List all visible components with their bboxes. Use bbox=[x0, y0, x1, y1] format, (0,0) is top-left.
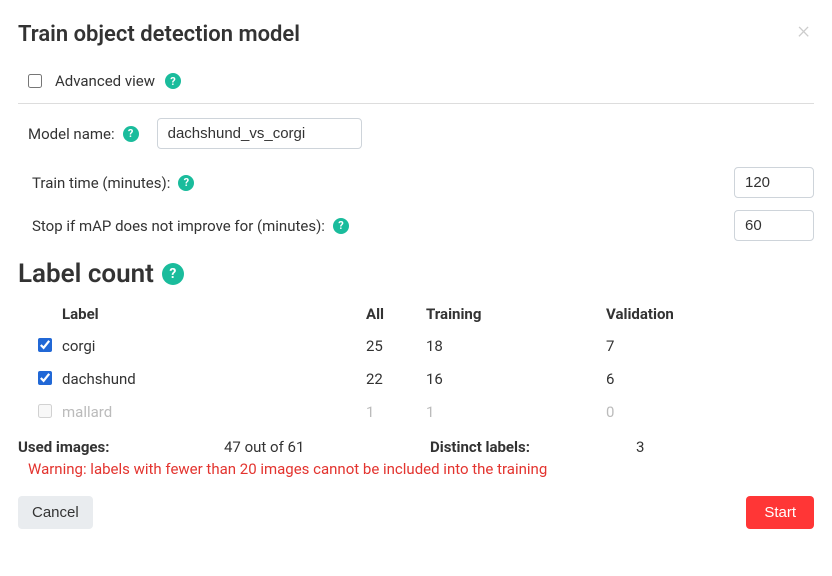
table-row: dachshund 22 16 6 bbox=[18, 362, 814, 395]
cancel-button[interactable]: Cancel bbox=[18, 496, 93, 529]
row-all: 1 bbox=[366, 403, 426, 421]
train-time-input[interactable] bbox=[734, 167, 814, 198]
row-all: 25 bbox=[366, 337, 426, 355]
distinct-labels-label: Distinct labels: bbox=[430, 438, 636, 456]
row-training: 16 bbox=[426, 370, 606, 388]
advanced-view-label: Advanced view bbox=[55, 72, 155, 90]
col-label: Label bbox=[62, 305, 366, 323]
model-name-label: Model name: ? bbox=[28, 125, 139, 143]
row-label: corgi bbox=[62, 337, 366, 355]
used-images-value: 47 out of 61 bbox=[224, 438, 430, 456]
row-label: mallard bbox=[62, 403, 366, 421]
table-row: mallard 1 1 0 bbox=[18, 395, 814, 428]
help-icon[interactable]: ? bbox=[162, 263, 184, 285]
col-training: Training bbox=[426, 305, 606, 323]
row-validation: 7 bbox=[606, 337, 814, 355]
row-validation: 0 bbox=[606, 403, 814, 421]
col-all: All bbox=[366, 305, 426, 323]
table-header: Label All Training Validation bbox=[18, 299, 814, 329]
advanced-view-row: Advanced view ? bbox=[18, 65, 814, 104]
distinct-labels-value: 3 bbox=[636, 438, 814, 456]
help-icon[interactable]: ? bbox=[123, 126, 139, 142]
row-checkbox[interactable] bbox=[38, 371, 52, 385]
row-training: 1 bbox=[426, 403, 606, 421]
col-validation: Validation bbox=[606, 305, 814, 323]
modal-title: Train object detection model bbox=[18, 22, 300, 47]
model-name-row: Model name: ? bbox=[22, 118, 814, 149]
row-checkbox bbox=[38, 404, 52, 418]
advanced-view-checkbox[interactable] bbox=[28, 74, 42, 88]
warning-text: Warning: labels with fewer than 20 image… bbox=[28, 460, 814, 478]
stop-if-label: Stop if mAP does not improve for (minute… bbox=[32, 217, 349, 235]
row-validation: 6 bbox=[606, 370, 814, 388]
train-time-row: Train time (minutes): ? bbox=[22, 167, 814, 198]
train-modal: Train object detection model × Advanced … bbox=[0, 0, 832, 541]
close-icon[interactable]: × bbox=[793, 18, 814, 42]
help-icon[interactable]: ? bbox=[165, 73, 181, 89]
model-name-input[interactable] bbox=[157, 118, 362, 149]
modal-footer: Cancel Start bbox=[18, 496, 814, 529]
table-row: corgi 25 18 7 bbox=[18, 329, 814, 362]
help-icon[interactable]: ? bbox=[333, 218, 349, 234]
label-count-title: Label count ? bbox=[18, 259, 814, 289]
row-checkbox[interactable] bbox=[38, 338, 52, 352]
modal-header: Train object detection model × bbox=[18, 18, 814, 65]
help-icon[interactable]: ? bbox=[178, 175, 194, 191]
start-button[interactable]: Start bbox=[746, 496, 814, 529]
label-table: Label All Training Validation corgi 25 1… bbox=[18, 299, 814, 428]
summary-row: Used images: 47 out of 61 Distinct label… bbox=[18, 438, 814, 456]
row-label: dachshund bbox=[62, 370, 366, 388]
used-images-label: Used images: bbox=[18, 438, 224, 456]
stop-if-row: Stop if mAP does not improve for (minute… bbox=[22, 210, 814, 241]
train-time-label: Train time (minutes): ? bbox=[32, 174, 194, 192]
row-training: 18 bbox=[426, 337, 606, 355]
stop-if-input[interactable] bbox=[734, 210, 814, 241]
row-all: 22 bbox=[366, 370, 426, 388]
